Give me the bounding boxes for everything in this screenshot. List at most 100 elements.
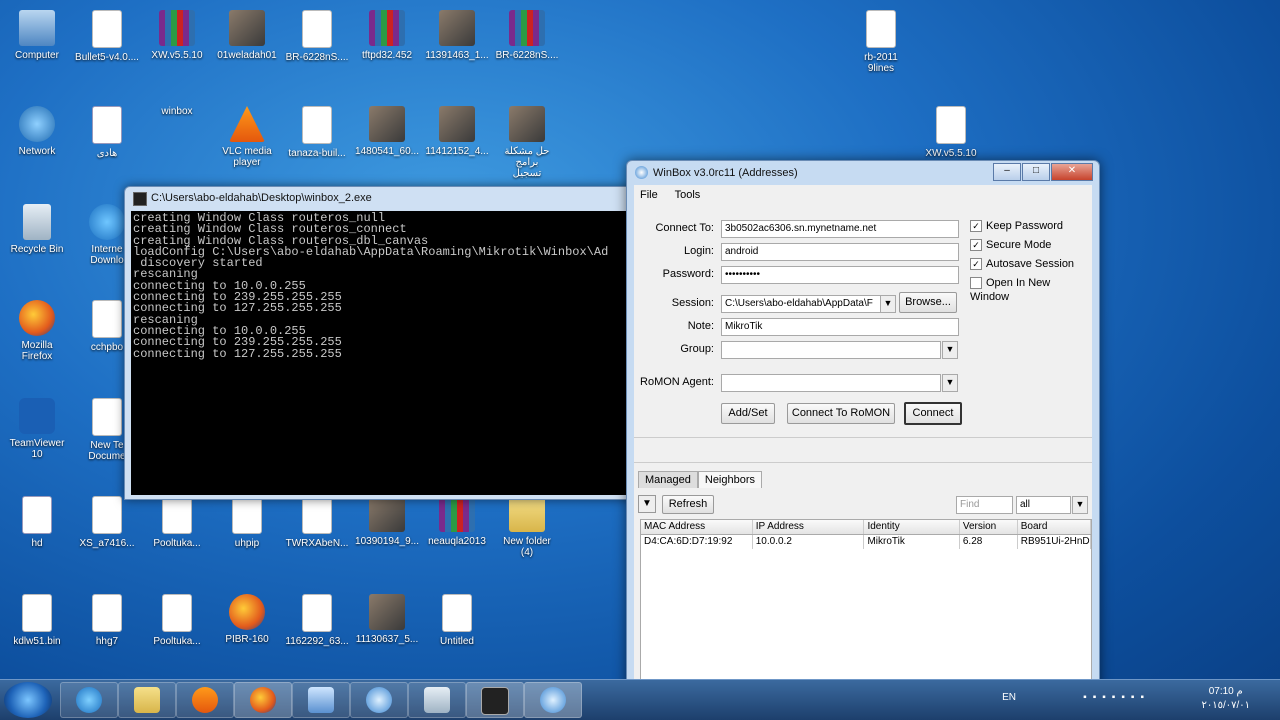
group-dropdown-icon[interactable]: ▼	[942, 341, 958, 359]
connect-button[interactable]: Connect	[904, 402, 962, 425]
desktop-icon[interactable]: 1162292_63...	[282, 594, 352, 647]
desktop-icon[interactable]: XW.v5.5.10	[916, 106, 986, 159]
desktop-icon[interactable]: حل مشكلة برامج تسجيل	[492, 106, 562, 179]
desktop-icon[interactable]: TWRXAbeN...	[282, 496, 352, 549]
find-input[interactable]: Find	[956, 496, 1013, 514]
column-header[interactable]: MAC Address	[641, 520, 753, 534]
group-input[interactable]	[721, 341, 941, 359]
filter-dropdown-icon[interactable]: ▼	[1072, 496, 1088, 514]
desktop-icon[interactable]: Recycle Bin	[2, 204, 72, 255]
taskbar-media[interactable]	[176, 682, 234, 718]
winbox-window[interactable]: WinBox v3.0rc11 (Addresses) – □ ✕ File T…	[626, 160, 1100, 692]
checkbox-option[interactable]: ✓ Keep Password	[970, 219, 1063, 233]
checkbox-checked-icon[interactable]: ✓	[970, 239, 982, 252]
taskbar-explorer2[interactable]	[408, 682, 466, 718]
add-set-button[interactable]: Add/Set	[721, 403, 775, 424]
column-header[interactable]: Identity	[864, 520, 960, 534]
console-window[interactable]: C:\Users\abo-eldahab\Desktop\winbox_2.ex…	[124, 186, 636, 500]
browse-button[interactable]: Browse...	[899, 292, 957, 313]
table-row[interactable]: D4:CA:6D:D7:19:92 10.0.0.2 MikroTik 6.28 RB9…	[641, 535, 1091, 549]
desktop-icon[interactable]: 01weladah01	[212, 10, 282, 61]
desktop-icon[interactable]: 10390194_9...	[352, 496, 422, 547]
romon-agent-dropdown-icon[interactable]: ▼	[942, 374, 958, 392]
desktop-icon[interactable]: 1480541_60...	[352, 106, 422, 157]
taskbar-firefox[interactable]	[234, 682, 292, 718]
checkbox-checked-icon[interactable]: ✓	[970, 220, 982, 233]
winbox-titlebar[interactable]: WinBox v3.0rc11 (Addresses) – □ ✕	[627, 161, 1099, 185]
desktop-icon[interactable]: XS_a7416...	[72, 496, 142, 549]
checkbox-checked-icon[interactable]: ✓	[970, 258, 982, 271]
desktop-icon-label: 11130637_5...	[355, 634, 419, 645]
connect-to-input[interactable]: 3b0502ac6306.sn.mynetname.net	[721, 220, 959, 238]
connect-romon-button[interactable]: Connect To RoMON	[787, 403, 895, 424]
rar-icon	[159, 10, 195, 46]
taskbar-winbox[interactable]	[350, 682, 408, 718]
session-dropdown-icon[interactable]: ▼	[880, 295, 896, 313]
desktop-icon[interactable]: BR-6228nS....	[492, 10, 562, 61]
checkbox-option[interactable]: ✓ Secure Mode	[970, 238, 1051, 252]
desktop-icon[interactable]: kdlw51.bin	[2, 594, 72, 647]
desktop-icon[interactable]: VLC media player	[212, 106, 282, 168]
desktop-icon[interactable]: Pooltuka...	[142, 594, 212, 647]
filter-icon[interactable]: ▼	[638, 495, 656, 513]
desktop-icon-label: kdlw51.bin	[13, 636, 61, 647]
checkbox-unchecked-icon[interactable]	[970, 277, 982, 290]
desktop-icon[interactable]: 11412152_4...	[422, 106, 492, 157]
desktop-icon[interactable]: XW.v5.5.10	[142, 10, 212, 61]
menu-file[interactable]: File	[640, 189, 658, 201]
tab-managed[interactable]: Managed	[638, 471, 698, 488]
taskbar-console[interactable]	[466, 682, 524, 718]
checkbox-option[interactable]: ✓ Autosave Session	[970, 257, 1074, 271]
desktop-icon[interactable]: tftpd32.452	[352, 10, 422, 61]
taskbar-app[interactable]	[292, 682, 350, 718]
menu-tools[interactable]: Tools	[675, 189, 701, 201]
desktop-icon[interactable]: 11130637_5...	[352, 594, 422, 645]
desktop-icon[interactable]: hd	[2, 496, 72, 549]
doc-icon	[302, 106, 332, 144]
password-input[interactable]: ••••••••••	[721, 266, 959, 284]
tray-icons[interactable]: ▪▪▪▪▪▪▪	[1083, 692, 1150, 703]
taskbar-ie[interactable]	[60, 682, 118, 718]
desktop-icon[interactable]: rb-2011 9lines	[846, 10, 916, 74]
note-input[interactable]: MikroTik	[721, 318, 959, 336]
desktop-icon[interactable]: hhg7	[72, 594, 142, 647]
desktop-icon[interactable]: neauqla2013	[422, 496, 492, 547]
desktop-icon[interactable]: 11391463_1...	[422, 10, 492, 61]
desktop-icon[interactable]: Bullet5-v4.0....	[72, 10, 142, 63]
minimize-button[interactable]: –	[993, 163, 1021, 181]
romon-agent-input[interactable]	[721, 374, 941, 392]
desktop-icon[interactable]: Pooltuka...	[142, 496, 212, 549]
desktop-icon[interactable]: Mozilla Firefox	[2, 300, 72, 362]
column-header[interactable]: IP Address	[753, 520, 865, 534]
desktop-icon[interactable]: Untitled	[422, 594, 492, 647]
taskbar-explorer[interactable]	[118, 682, 176, 718]
desktop-icon[interactable]: Network	[2, 106, 72, 157]
login-input[interactable]: android	[721, 243, 959, 261]
desktop-icon[interactable]: TeamViewer 10	[2, 398, 72, 460]
bin-icon	[23, 204, 51, 240]
desktop-icon[interactable]: winbox	[142, 106, 806, 304]
checkbox-option[interactable]: Open In New Window	[970, 276, 1092, 304]
tab-neighbors[interactable]: Neighbors	[697, 471, 763, 488]
column-header[interactable]: Board	[1018, 520, 1091, 534]
start-button[interactable]	[4, 682, 52, 718]
maximize-button[interactable]: □	[1022, 163, 1050, 181]
desktop-icon[interactable]: BR-6228nS....	[282, 10, 352, 63]
language-indicator[interactable]: EN	[1002, 692, 1016, 703]
column-header[interactable]: Version	[960, 520, 1018, 534]
refresh-button[interactable]: Refresh	[662, 495, 714, 514]
doc-icon	[302, 10, 332, 48]
filter-select[interactable]: all	[1016, 496, 1071, 514]
desktop-icon[interactable]: Computer	[2, 10, 72, 61]
desktop-icon[interactable]: New folder (4)	[492, 496, 562, 558]
session-input[interactable]: C:\Users\abo-eldahab\AppData\F	[721, 295, 881, 313]
desktop-icon[interactable]: uhpip	[212, 496, 282, 549]
taskbar-winbox-active[interactable]	[524, 682, 582, 718]
desktop-icon[interactable]: هادى	[72, 106, 142, 159]
desktop-icon-label: 1162292_63...	[285, 636, 349, 647]
desktop-icon[interactable]: PIBR-160	[212, 594, 282, 645]
close-button[interactable]: ✕	[1051, 163, 1093, 181]
console-titlebar[interactable]: C:\Users\abo-eldahab\Desktop\winbox_2.ex…	[125, 187, 635, 209]
desktop-icon[interactable]: tanaza-buil...	[282, 106, 352, 159]
clock[interactable]: 07:10 م ٢٠١٥/٠٧/٠١	[1201, 685, 1250, 713]
